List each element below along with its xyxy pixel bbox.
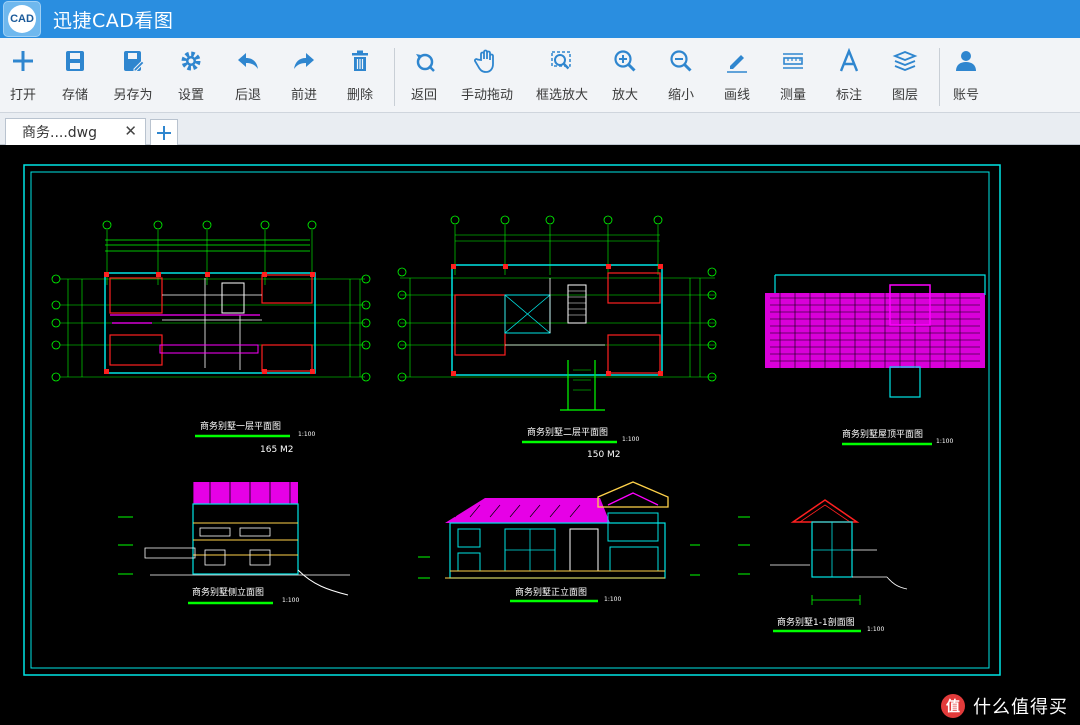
save-as-button[interactable]: 另存为: [104, 48, 162, 108]
zoom-in-icon: [614, 50, 636, 72]
watermark: 值 什么值得买: [941, 693, 1068, 719]
plan1-scale: 1:100: [298, 431, 315, 438]
redo-icon: [294, 53, 314, 69]
front-elevation-title: 商务别墅正立面图: [515, 586, 587, 598]
settings-button[interactable]: 设置: [162, 48, 220, 108]
side-elevation: 商务别墅侧立面图 1:100: [118, 482, 350, 605]
sheet-inner-frame: [30, 171, 990, 669]
layers-button[interactable]: 图层: [877, 48, 933, 108]
measure-button[interactable]: 测量: [765, 48, 821, 108]
zoom-window-button[interactable]: 框选放大: [527, 48, 597, 108]
roof-plan: 商务别墅屋顶平面图 1:100: [765, 274, 986, 446]
redo-button[interactable]: 前进: [276, 48, 332, 108]
section-title: 商务别墅1-1剖面图: [777, 616, 855, 628]
tab-label: 商务....dwg: [22, 125, 98, 141]
second-floor-plan: 商务别墅二层平面图 1:100 150 M2: [397, 215, 717, 460]
roof-title: 商务别墅屋顶平面图: [842, 428, 923, 440]
annotate-button[interactable]: 标注: [821, 48, 877, 108]
plan2-scale: 1:100: [622, 436, 639, 443]
drawing-canvas[interactable]: 商务别墅一层平面图 1:100 165 M2 商务别墅二层平面图 1:100 1…: [0, 145, 1080, 725]
text-a-icon: [839, 48, 859, 72]
trash-icon: [352, 50, 368, 71]
plan2-area: 150 M2: [587, 450, 621, 460]
sheet-outer-frame: [23, 164, 1001, 676]
cad-drawing[interactable]: 商务别墅一层平面图 1:100 165 M2 商务别墅二层平面图 1:100 1…: [0, 145, 1080, 725]
draw-line-button[interactable]: 画线: [709, 48, 765, 108]
return-icon: [416, 53, 435, 72]
app-title: 迅捷CAD看图: [53, 9, 174, 32]
layers-icon: [892, 51, 918, 71]
undo-button[interactable]: 后退: [220, 48, 276, 108]
user-icon: [956, 51, 976, 71]
toolbar-separator: [939, 48, 940, 106]
toolbar: 打开 存储 另存为 设置 后退 前进 删除 返回 手动拖动 框选放大 放大 缩小…: [0, 38, 1080, 113]
plus-icon: [13, 51, 33, 71]
plan1-area: 165 M2: [260, 445, 294, 455]
tab-bar: 商务....dwg ✕: [0, 113, 1080, 145]
zoom-in-button[interactable]: 放大: [597, 48, 653, 108]
section-1-1: 商务别墅1-1剖面图 1:100: [738, 499, 908, 633]
new-tab-button[interactable]: [150, 119, 178, 145]
undo-icon: [238, 53, 258, 69]
plus-icon: [157, 125, 171, 140]
zoom-out-icon: [670, 50, 692, 72]
title-bar: CAD 迅捷CAD看图: [0, 0, 1080, 38]
back-button[interactable]: 返回: [401, 48, 447, 108]
tab-drawing-file[interactable]: 商务....dwg ✕: [5, 118, 146, 145]
ruler-icon: [783, 53, 803, 69]
front-elevation: 商务别墅正立面图 1:100: [418, 481, 700, 603]
save-as-icon: [124, 51, 145, 72]
open-button[interactable]: 打开: [0, 48, 46, 108]
pan-button[interactable]: 手动拖动: [447, 48, 527, 108]
save-icon: [66, 51, 84, 71]
side-elevation-title: 商务别墅侧立面图: [192, 586, 264, 598]
section-scale: 1:100: [867, 626, 884, 633]
account-button[interactable]: 账号: [946, 48, 986, 108]
delete-button[interactable]: 删除: [332, 48, 388, 108]
first-floor-plan: 商务别墅一层平面图 1:100 165 M2: [51, 220, 371, 455]
pencil-icon: [727, 55, 747, 73]
toolbar-separator: [394, 48, 395, 106]
save-button[interactable]: 存储: [46, 48, 104, 108]
roof-scale: 1:100: [936, 438, 953, 445]
plan2-title: 商务别墅二层平面图: [527, 426, 608, 438]
front-elevation-scale: 1:100: [604, 596, 621, 603]
plan1-title: 商务别墅一层平面图: [200, 420, 281, 432]
side-elevation-scale: 1:100: [282, 597, 299, 604]
watermark-icon: 值: [941, 694, 965, 718]
watermark-text: 什么值得买: [973, 697, 1068, 718]
gear-icon: [181, 51, 201, 71]
hand-icon: [474, 49, 494, 73]
close-icon[interactable]: ✕: [124, 122, 137, 140]
app-logo: CAD: [3, 1, 41, 37]
zoom-out-button[interactable]: 缩小: [653, 48, 709, 108]
zoom-window-icon: [551, 51, 571, 70]
